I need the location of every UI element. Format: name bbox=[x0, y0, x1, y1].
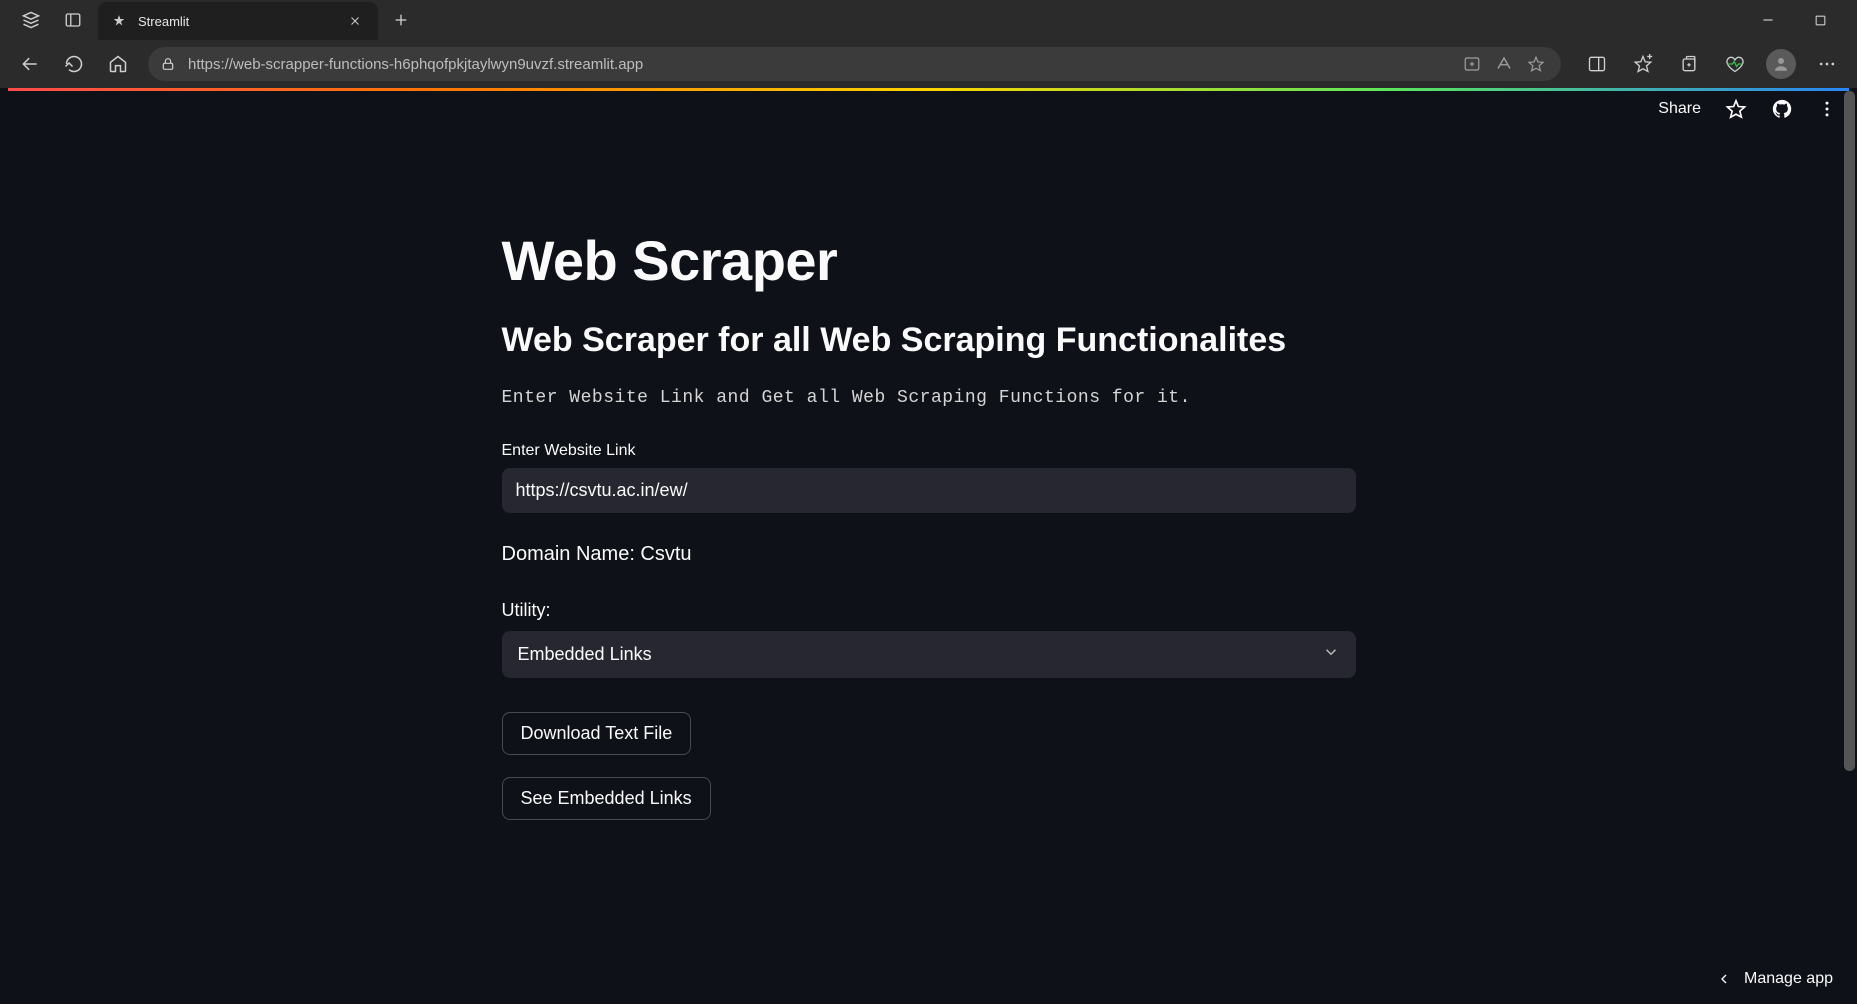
new-tab-button[interactable] bbox=[384, 3, 418, 37]
utility-select[interactable]: Embedded Links bbox=[502, 631, 1356, 678]
refresh-button[interactable] bbox=[54, 44, 94, 84]
page-description: Enter Website Link and Get all Web Scrap… bbox=[502, 388, 1356, 408]
chevron-down-icon bbox=[1322, 643, 1340, 666]
download-text-file-button[interactable]: Download Text File bbox=[502, 712, 692, 755]
read-aloud-icon[interactable] bbox=[1495, 55, 1513, 73]
loading-bar bbox=[8, 88, 1849, 91]
vertical-scrollbar[interactable] bbox=[1842, 91, 1857, 1004]
address-bar: https://web-scrapper-functions-h6phqofpk… bbox=[0, 40, 1857, 88]
profile-avatar[interactable] bbox=[1761, 44, 1801, 84]
share-button[interactable]: Share bbox=[1658, 100, 1701, 118]
website-link-input[interactable] bbox=[502, 468, 1356, 513]
browser-tab[interactable]: Streamlit bbox=[98, 2, 378, 40]
scrollbar-thumb[interactable] bbox=[1844, 91, 1855, 771]
manage-app-button[interactable]: Manage app bbox=[1716, 970, 1833, 988]
url-box[interactable]: https://web-scrapper-functions-h6phqofpk… bbox=[148, 47, 1561, 81]
performance-icon[interactable] bbox=[1715, 44, 1755, 84]
split-screen-icon[interactable] bbox=[1577, 44, 1617, 84]
chevron-left-icon bbox=[1716, 971, 1732, 987]
back-button[interactable] bbox=[10, 44, 50, 84]
maximize-button[interactable] bbox=[1803, 3, 1837, 37]
more-menu-icon[interactable] bbox=[1807, 44, 1847, 84]
url-text: https://web-scrapper-functions-h6phqofpk… bbox=[188, 56, 1451, 73]
github-icon[interactable] bbox=[1771, 98, 1793, 120]
tab-title: Streamlit bbox=[138, 14, 336, 29]
app-menu-icon[interactable] bbox=[1817, 99, 1837, 119]
lock-icon bbox=[160, 56, 176, 72]
extensions-icon[interactable] bbox=[1463, 55, 1481, 73]
workspaces-icon[interactable] bbox=[14, 3, 48, 37]
home-button[interactable] bbox=[98, 44, 138, 84]
utility-selected-value: Embedded Links bbox=[518, 644, 652, 665]
tab-close-icon[interactable] bbox=[346, 12, 364, 30]
utility-label: Utility: bbox=[502, 600, 1356, 621]
page-subtitle: Web Scraper for all Web Scraping Functio… bbox=[502, 321, 1356, 360]
minimize-button[interactable] bbox=[1751, 3, 1785, 37]
tab-favicon-icon bbox=[110, 12, 128, 30]
tab-bar: Streamlit bbox=[0, 0, 1857, 40]
main-content: Web Scraper Web Scraper for all Web Scra… bbox=[502, 88, 1356, 842]
favorites-icon[interactable] bbox=[1623, 44, 1663, 84]
tab-actions-icon[interactable] bbox=[56, 3, 90, 37]
page-title: Web Scraper bbox=[502, 228, 1356, 293]
addr-favorite-icon[interactable] bbox=[1527, 55, 1545, 73]
streamlit-topbar: Share bbox=[1658, 98, 1837, 120]
page-viewport: Share Web Scraper Web Scraper for all We… bbox=[0, 88, 1857, 1004]
collections-icon[interactable] bbox=[1669, 44, 1709, 84]
domain-name-text: Domain Name: Csvtu bbox=[502, 543, 1356, 566]
browser-chrome: Streamlit bbox=[0, 0, 1857, 88]
star-icon[interactable] bbox=[1725, 98, 1747, 120]
see-embedded-links-button[interactable]: See Embedded Links bbox=[502, 777, 711, 820]
manage-app-label: Manage app bbox=[1744, 970, 1833, 988]
input-label: Enter Website Link bbox=[502, 442, 1356, 460]
